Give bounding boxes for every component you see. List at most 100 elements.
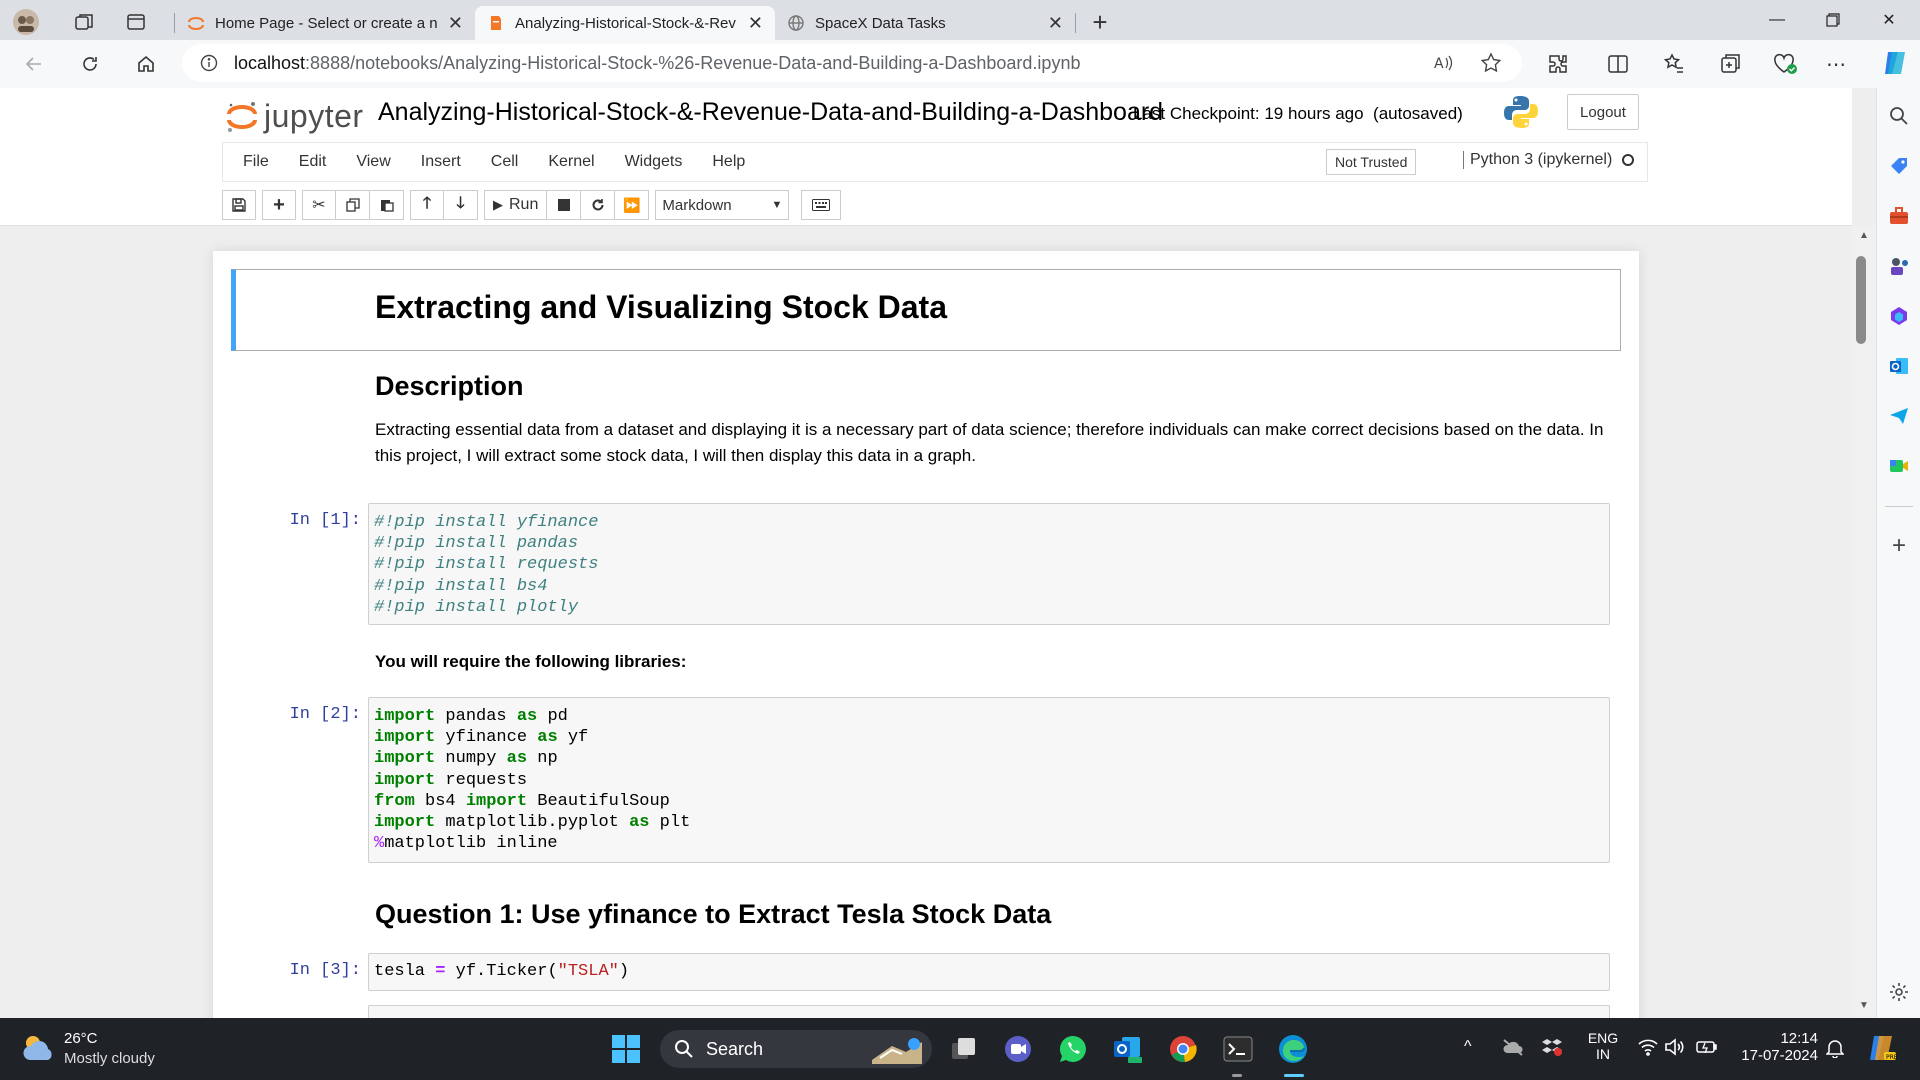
copilot-icon[interactable] [1880,48,1910,78]
code-cell-3[interactable]: tesla = yf.Ticker("TSLA") [368,953,1610,991]
read-aloud-icon[interactable]: A [1432,52,1454,74]
volume-icon[interactable] [1664,1038,1684,1056]
page-scrollbar[interactable]: ▲ ▼ [1852,226,1876,1018]
trust-button[interactable]: Not Trusted [1326,149,1417,175]
jupyter-logo[interactable]: jupyter [226,98,364,135]
close-tab-icon[interactable]: ✕ [748,13,763,34]
address-bar[interactable]: localhost:8888/notebooks/Analyzing-Histo… [182,44,1522,82]
sidebar-shopping-icon[interactable] [1885,152,1913,180]
menu-file[interactable]: File [228,153,284,171]
refresh-icon[interactable] [68,44,112,84]
code-cell-4[interactable] [368,1005,1610,1018]
taskbar-search[interactable]: Search [660,1030,932,1068]
language-indicator[interactable]: ENG IN [1586,1030,1620,1062]
vertical-tabs-icon[interactable] [118,4,154,40]
sidebar-settings-icon[interactable] [1885,978,1913,1006]
interrupt-button[interactable] [547,190,582,220]
meet-video-icon[interactable] [1000,1031,1036,1067]
cut-button[interactable]: ✂ [302,190,336,220]
restart-run-all-button[interactable]: ⏩ [615,190,650,220]
weather-description[interactable]: Mostly cloudy [64,1050,155,1067]
favorites-icon[interactable] [1662,52,1686,76]
restore-icon[interactable] [1806,0,1860,40]
split-screen-icon[interactable] [1606,52,1630,76]
cell-type-select[interactable]: Markdown ▼ [655,190,790,220]
home-icon[interactable] [124,44,168,84]
clock[interactable]: 12:14 17-07-2024 [1728,1030,1818,1064]
terminal-icon[interactable] [1220,1031,1256,1067]
restart-button[interactable] [581,190,616,220]
play-icon: ▶ [493,197,503,212]
save-button[interactable] [222,190,256,220]
copilot-taskbar-icon[interactable]: PRE [1864,1032,1898,1064]
move-down-button[interactable]: 🡓 [444,190,478,220]
onedrive-icon[interactable] [1502,1038,1524,1056]
minimize-icon[interactable]: — [1750,0,1804,40]
copy-button[interactable] [336,190,370,220]
tab-home-page[interactable]: Home Page - Select or create a n ✕ [175,6,475,40]
code-cell-2[interactable]: import pandas as pd import yfinance as y… [368,697,1610,863]
sidebar-add-icon[interactable]: + [1885,532,1913,560]
sidebar-m365-icon[interactable] [1885,302,1913,330]
sidebar-send-icon[interactable] [1885,402,1913,430]
sidebar-meet-icon[interactable] [1885,452,1913,480]
weather-temp[interactable]: 26°C [64,1030,98,1047]
menu-edit[interactable]: Edit [284,153,342,171]
weather-icon[interactable] [20,1032,56,1064]
menu-view[interactable]: View [341,153,405,171]
extensions-icon[interactable] [1546,52,1570,76]
site-info-icon[interactable] [200,54,218,72]
fast-forward-icon: ⏩ [623,196,641,213]
scrollbar-thumb[interactable] [1856,256,1866,344]
code-line: #!pip install bs4 [374,576,548,596]
tab-notebook[interactable]: Analyzing-Historical-Stock-&-Rev ✕ [475,6,775,40]
menu-kernel[interactable]: Kernel [533,153,609,171]
paste-button[interactable] [370,190,404,220]
code-cell-1[interactable]: #!pip install yfinance #!pip install pan… [368,503,1610,625]
whatsapp-icon[interactable] [1055,1031,1091,1067]
code-line: #!pip install requests [374,555,599,575]
notification-bell-icon[interactable] [1826,1038,1844,1058]
menu-help[interactable]: Help [697,153,760,171]
scroll-up-icon[interactable]: ▲ [1859,230,1869,241]
tray-chevron-up-icon[interactable]: ^ [1464,1038,1472,1056]
back-icon[interactable] [12,44,56,84]
workspaces-icon[interactable] [66,4,102,40]
edge-icon[interactable] [1275,1031,1311,1067]
tab-spacex[interactable]: SpaceX Data Tasks ✕ [775,6,1075,40]
profile-avatar-icon[interactable] [8,4,44,40]
browser-essentials-icon[interactable] [1772,52,1798,76]
move-up-button[interactable]: 🡑 [410,190,444,220]
logout-button[interactable]: Logout [1567,94,1639,130]
close-tab-icon[interactable]: ✕ [1048,13,1063,34]
notebook-title[interactable]: Analyzing-Historical-Stock-&-Revenue-Dat… [378,98,1163,127]
close-window-icon[interactable]: ✕ [1862,0,1916,40]
description-heading: Description [375,371,524,401]
language-code: ENG [1587,1030,1619,1046]
battery-icon[interactable] [1696,1038,1718,1056]
run-button[interactable]: ▶ Run [484,190,548,220]
wifi-icon[interactable] [1638,1038,1658,1056]
collections-icon[interactable] [1718,52,1742,76]
start-icon[interactable] [608,1031,644,1067]
sidebar-outlook-icon[interactable] [1885,352,1913,380]
menu-insert[interactable]: Insert [406,153,476,171]
dropbox-icon[interactable] [1542,1038,1562,1056]
outlook-icon[interactable] [1110,1031,1146,1067]
chrome-icon[interactable] [1165,1031,1201,1067]
close-tab-icon[interactable]: ✕ [448,13,463,34]
more-options-icon[interactable]: ⋯ [1826,52,1846,77]
sidebar-tools-icon[interactable] [1885,202,1913,230]
kernel-name[interactable]: Python 3 (ipykernel) [1470,151,1612,169]
menu-cell[interactable]: Cell [476,153,534,171]
command-palette-button[interactable] [801,190,842,220]
scroll-down-icon[interactable]: ▼ [1859,1000,1869,1011]
sidebar-search-icon[interactable] [1885,102,1913,130]
insert-cell-button[interactable]: + [262,190,296,220]
task-view-icon[interactable] [946,1031,982,1067]
favorite-star-icon[interactable] [1480,52,1502,74]
menu-widgets[interactable]: Widgets [610,153,698,171]
new-tab-icon[interactable]: + [1082,4,1118,40]
sidebar-games-icon[interactable] [1885,252,1913,280]
jupyter-wordmark: jupyter [264,98,364,134]
